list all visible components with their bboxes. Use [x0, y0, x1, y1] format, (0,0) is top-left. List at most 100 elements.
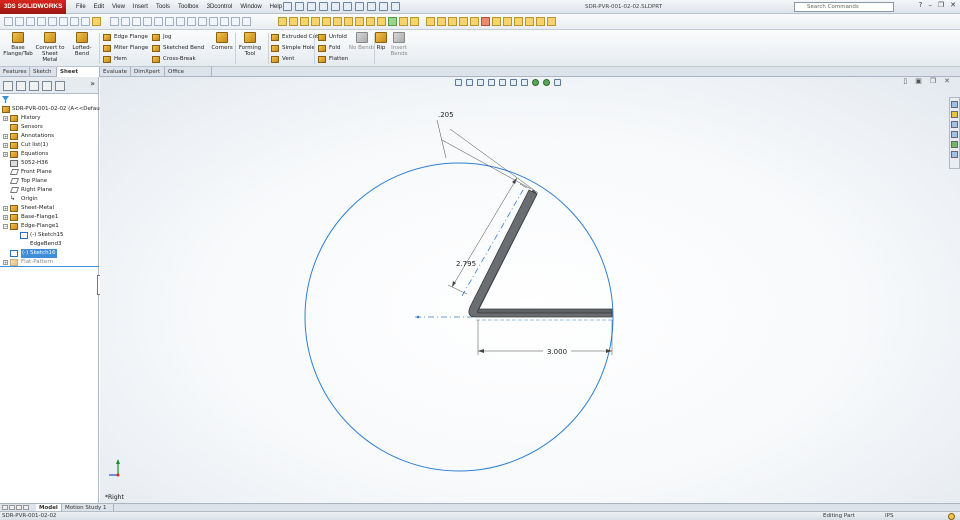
edge-flange-button[interactable]: Edge Flange: [103, 33, 148, 41]
select-arrow-icon[interactable]: [355, 2, 364, 11]
filter-icon[interactable]: [2, 96, 9, 103]
bulb-icon[interactable]: [92, 17, 101, 26]
loft-icon[interactable]: [311, 17, 320, 26]
relation-icon[interactable]: [70, 17, 79, 26]
helix-icon[interactable]: [154, 17, 163, 26]
coordinate-system-icon[interactable]: [132, 17, 141, 26]
file-explorer-icon[interactable]: [951, 121, 958, 128]
tree-root[interactable]: SDR-PVR-001-02-02 (A<<Default: [0, 105, 103, 114]
vent-button[interactable]: Vent: [271, 55, 318, 63]
tree-item-annotations[interactable]: + Annotations: [0, 132, 99, 141]
expand-icon[interactable]: +: [3, 143, 8, 148]
expand-icon[interactable]: +: [3, 206, 8, 211]
view-palette-icon[interactable]: [951, 131, 958, 138]
configuration-manager-icon[interactable]: [29, 81, 39, 91]
design-library-icon[interactable]: [951, 111, 958, 118]
expand-icon[interactable]: +: [3, 152, 8, 157]
tab-sketch[interactable]: Sketch: [30, 67, 57, 77]
mate-reference-icon[interactable]: [209, 17, 218, 26]
gusset-icon[interactable]: [448, 17, 457, 26]
tree-item-sensors[interactable]: Sensors: [0, 123, 99, 132]
extruded-cut-button[interactable]: Extruded Cut: [271, 33, 318, 41]
menu-toolbox[interactable]: Toolbox: [174, 0, 203, 14]
solidworks-logo[interactable]: 3DS SOLIDWORKS: [0, 0, 66, 14]
tree-item-material[interactable]: 5052-H36: [0, 159, 99, 168]
tab-dimxpert[interactable]: DimXpert: [131, 67, 165, 77]
lofted-bend-button[interactable]: Lofted-Bend: [66, 32, 98, 57]
simple-hole-button[interactable]: Simple Hole: [271, 44, 318, 52]
viewport-split-icon[interactable]: ▯: [903, 77, 907, 85]
tree-item-edgebend3[interactable]: EdgeBend3: [0, 240, 99, 249]
feature-tree-icon[interactable]: [3, 81, 13, 91]
tree-item-base-flange[interactable]: + Base-Flange1: [0, 213, 99, 222]
weld-bead-icon[interactable]: [481, 17, 490, 26]
convert-to-sheet-metal-button[interactable]: Convert to Sheet Metal: [34, 32, 66, 63]
minimize-icon[interactable]: –: [928, 1, 932, 9]
point-icon[interactable]: [48, 17, 57, 26]
copy-entities-icon[interactable]: [242, 17, 251, 26]
menu-3dcontrol[interactable]: 3Dcontrol: [203, 0, 237, 14]
dimxpert-manager-icon[interactable]: [42, 81, 52, 91]
sweep-icon[interactable]: [300, 17, 309, 26]
unfold-button[interactable]: Unfold: [318, 33, 348, 41]
view-settings-icon[interactable]: [554, 78, 561, 86]
thickness-dimension-label[interactable]: .205: [438, 111, 454, 119]
menu-file[interactable]: File: [72, 0, 90, 14]
revolve-icon[interactable]: [289, 17, 298, 26]
curve-icon[interactable]: [143, 17, 152, 26]
resources-icon[interactable]: [951, 101, 958, 108]
fold-button[interactable]: Fold: [318, 44, 348, 52]
hide-show-items-icon[interactable]: [521, 78, 528, 86]
hole-wizard-icon[interactable]: [525, 17, 534, 26]
menu-insert[interactable]: Insert: [129, 0, 152, 14]
move-entities-icon[interactable]: [231, 17, 240, 26]
tab-office-products[interactable]: Office Products: [165, 67, 212, 85]
search-commands-input[interactable]: Search Commands: [794, 2, 894, 12]
display-manager-icon[interactable]: [55, 81, 65, 91]
line-icon[interactable]: [15, 17, 24, 26]
expand-icon[interactable]: +: [3, 260, 8, 265]
menu-edit[interactable]: Edit: [90, 0, 108, 14]
draft-icon[interactable]: [366, 17, 375, 26]
new-document-icon[interactable]: [295, 2, 304, 11]
tree-item-sketch15[interactable]: (-) Sketch15: [0, 231, 99, 240]
forming-tool-button[interactable]: Forming Tool: [234, 32, 266, 57]
undo-icon[interactable]: [343, 2, 352, 11]
apply-scene-icon[interactable]: [543, 78, 550, 86]
tab-features[interactable]: Features: [0, 67, 30, 77]
viewport-close-icon[interactable]: ✕: [944, 77, 950, 85]
previous-view-icon[interactable]: [477, 78, 484, 86]
view-orientation-icon[interactable]: [499, 78, 506, 86]
rebuild-status-icon[interactable]: [948, 513, 955, 520]
graphics-area[interactable]: .205 2.795 3.000 ▯ ▣ ❐ ✕ *Right: [100, 77, 960, 503]
tab-sheet-metal[interactable]: Sheet Metal: [57, 67, 100, 85]
weldment-icon[interactable]: [426, 17, 435, 26]
expand-icon[interactable]: +: [3, 134, 8, 139]
mold-icon[interactable]: [492, 17, 501, 26]
smart-dimension-icon[interactable]: [59, 17, 68, 26]
last-tab-icon[interactable]: [23, 505, 29, 510]
tree-item-front-plane[interactable]: Front Plane: [0, 168, 99, 177]
tree-item-history[interactable]: + History: [0, 114, 99, 123]
status-units[interactable]: IPS: [885, 512, 893, 520]
zoom-to-area-icon[interactable]: [466, 78, 473, 86]
expand-tabs-icon[interactable]: »: [90, 79, 95, 88]
cross-break-button[interactable]: Cross-Break: [152, 55, 204, 63]
miter-flange-button[interactable]: Miter Flange: [103, 44, 148, 52]
print-icon[interactable]: [331, 2, 340, 11]
plane-icon[interactable]: [110, 17, 119, 26]
pattern-icon[interactable]: [399, 17, 408, 26]
part-bend-profile[interactable]: [468, 189, 613, 318]
mirror-icon[interactable]: [410, 17, 419, 26]
base-length-dimension-label[interactable]: 3.000: [547, 348, 567, 356]
tree-item-sheet-metal[interactable]: + Sheet-Metal: [0, 204, 99, 213]
file-properties-icon[interactable]: [379, 2, 388, 11]
custom-properties-icon[interactable]: [951, 151, 958, 158]
base-flange-tab-button[interactable]: Base Flange/Tab: [2, 32, 34, 57]
next-tab-icon[interactable]: [16, 505, 22, 510]
rebuild-icon[interactable]: [367, 2, 376, 11]
help-icon[interactable]: ?: [919, 1, 923, 9]
tree-item-equations[interactable]: + Equations: [0, 150, 99, 159]
menu-view[interactable]: View: [108, 0, 129, 14]
structural-member-icon[interactable]: [437, 17, 446, 26]
